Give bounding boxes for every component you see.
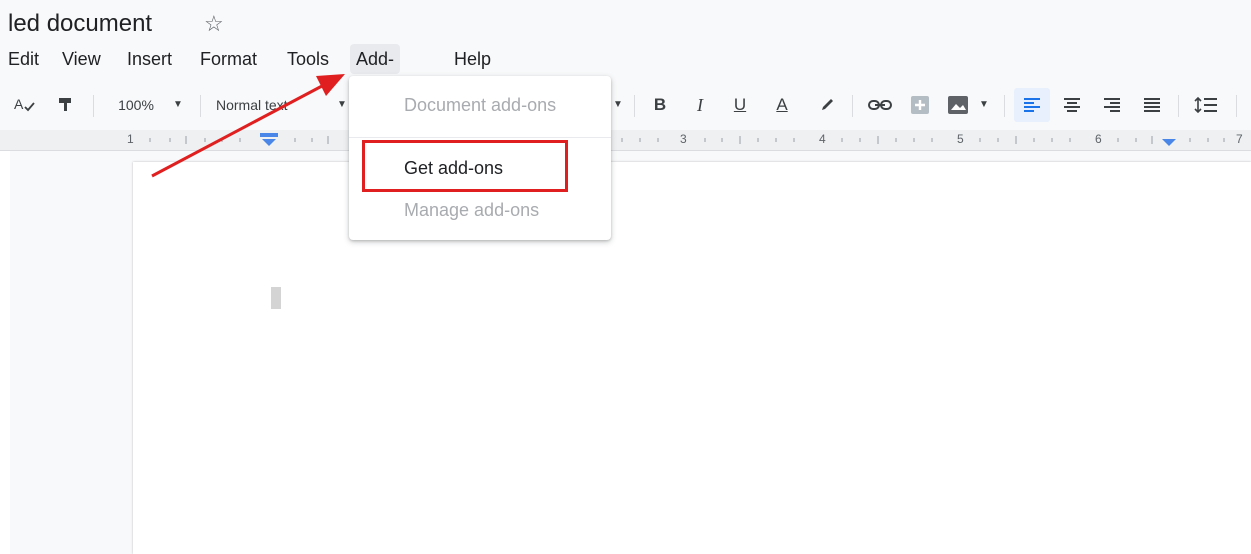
menu-item-manage-add-ons[interactable]: Manage add-ons: [404, 198, 539, 222]
toolbar: A 100% ▼ Normal text ▼ ▼ B I U A ▼: [0, 86, 1251, 207]
menu-insert[interactable]: Insert: [121, 44, 178, 74]
toolbar-divider: [634, 95, 635, 117]
paragraph-style-select[interactable]: Normal text: [216, 86, 326, 124]
toolbar-divider: [200, 95, 201, 117]
ruler-number: 7: [1236, 132, 1243, 146]
menu-divider: [349, 137, 611, 138]
link-icon[interactable]: [864, 86, 896, 124]
text-color-button[interactable]: A: [766, 86, 798, 124]
paint-format-icon[interactable]: [52, 86, 78, 124]
menu-edit[interactable]: Edit: [2, 44, 45, 74]
left-gutter: [0, 151, 10, 554]
image-icon[interactable]: [944, 86, 972, 124]
highlight-icon[interactable]: [814, 86, 840, 124]
toolbar-divider: [1004, 95, 1005, 117]
align-right-button[interactable]: [1098, 86, 1126, 124]
chevron-down-icon[interactable]: ▼: [168, 86, 188, 124]
svg-text:A: A: [14, 96, 24, 112]
ruler-number: 6: [1095, 132, 1102, 146]
chevron-down-icon[interactable]: ▼: [610, 86, 626, 124]
annotation-highlight-box: [362, 140, 568, 192]
menu-item-document-add-ons: Document add-ons: [404, 95, 557, 115]
zoom-select[interactable]: 100%: [110, 86, 162, 124]
line-spacing-icon[interactable]: [1188, 86, 1224, 124]
ruler-number: 5: [957, 132, 964, 146]
menu-help[interactable]: Help: [448, 44, 497, 74]
chevron-down-icon[interactable]: ▼: [334, 86, 350, 124]
align-left-button[interactable]: [1014, 88, 1050, 122]
menu-add-ons[interactable]: Add-ons: [350, 44, 401, 99]
bold-button[interactable]: B: [648, 86, 672, 124]
menu-tools[interactable]: Tools: [281, 44, 335, 74]
toolbar-divider: [1178, 95, 1179, 117]
underline-button[interactable]: U: [728, 86, 752, 124]
toolbar-divider: [1236, 95, 1237, 117]
ruler-number: 1: [127, 132, 134, 146]
align-center-button[interactable]: [1058, 86, 1086, 124]
ruler-ticks: [149, 133, 1225, 146]
document-page[interactable]: [133, 162, 1251, 554]
toolbar-divider: [852, 95, 853, 117]
justify-button[interactable]: [1138, 86, 1166, 124]
document-title[interactable]: led document: [8, 9, 152, 39]
menu-format[interactable]: Format: [194, 44, 263, 74]
spellcheck-icon[interactable]: A: [10, 86, 38, 124]
ruler-number: 3: [680, 132, 687, 146]
ruler[interactable]: 1 3 4 5 6 7: [0, 130, 1251, 151]
chevron-down-icon[interactable]: ▼: [976, 86, 992, 124]
toolbar-divider: [93, 95, 94, 117]
text-cursor: [271, 287, 281, 309]
italic-button[interactable]: I: [688, 86, 712, 124]
comment-add-icon[interactable]: [906, 86, 934, 124]
star-icon[interactable]: ☆: [204, 11, 224, 37]
ruler-number: 4: [819, 132, 826, 146]
menu-view[interactable]: View: [56, 44, 107, 74]
